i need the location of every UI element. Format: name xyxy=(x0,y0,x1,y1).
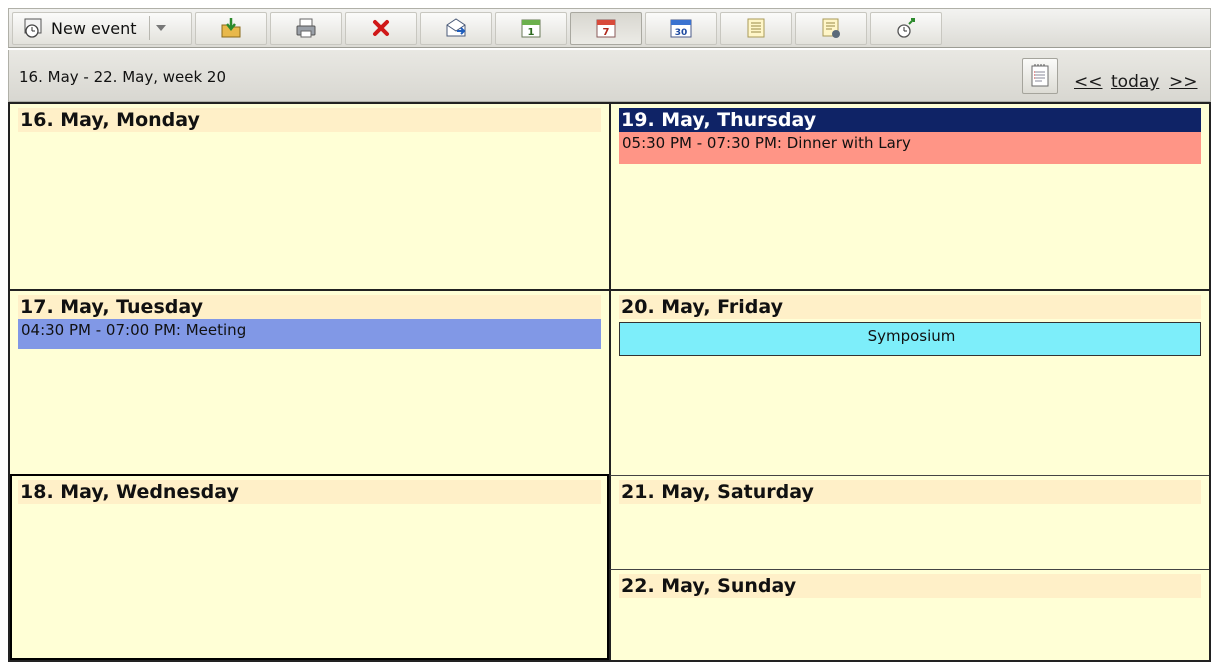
event-dinner[interactable]: 05:30 PM - 07:30 PM: Dinner with Lary xyxy=(619,132,1201,164)
week-grid: 16. May, Monday 17. May, Tuesday 04:30 P… xyxy=(8,102,1211,662)
svg-text:1: 1 xyxy=(528,27,535,38)
day-header-monday: 16. May, Monday xyxy=(18,108,601,132)
svg-text:30: 30 xyxy=(675,28,688,38)
day-header-thursday: 19. May, Thursday xyxy=(619,108,1201,132)
split-divider xyxy=(148,16,150,40)
list-view-button[interactable] xyxy=(1022,58,1058,94)
event-symposium[interactable]: Symposium xyxy=(619,322,1201,356)
day-cell-friday[interactable]: 20. May, Friday Symposium xyxy=(609,289,1209,475)
next-week-link[interactable]: >> xyxy=(1169,72,1198,92)
import-button[interactable] xyxy=(195,11,267,45)
day-cell-wednesday[interactable]: 18. May, Wednesday xyxy=(10,474,609,660)
day-cell-monday[interactable]: 16. May, Monday xyxy=(10,104,609,289)
print-button[interactable] xyxy=(270,11,342,45)
day-header-wednesday: 18. May, Wednesday xyxy=(18,480,601,504)
day-header-friday: 20. May, Friday xyxy=(619,295,1201,319)
date-range-label: 16. May - 22. May, week 20 xyxy=(19,68,227,86)
new-event-label: New event xyxy=(51,18,137,38)
toolbar: New event 1 7 30 xyxy=(8,8,1211,48)
week-view-icon: 7 xyxy=(596,19,616,38)
month-view-icon: 30 xyxy=(670,19,692,38)
chevron-down-icon[interactable] xyxy=(155,25,166,31)
email-button[interactable] xyxy=(420,11,492,45)
reminder-icon xyxy=(897,18,915,38)
calendar-app: New event 1 7 30 16. May - 22. May, week… xyxy=(0,0,1212,663)
day-cell-saturday[interactable]: 21. May, Saturday xyxy=(609,475,1209,569)
import-icon xyxy=(221,18,241,38)
svg-text:7: 7 xyxy=(603,27,610,38)
day-cell-sunday[interactable]: 22. May, Sunday xyxy=(609,569,1209,660)
day-header-saturday: 21. May, Saturday xyxy=(619,480,1201,504)
day-view-icon: 1 xyxy=(521,19,541,38)
day-header-tuesday: 17. May, Tuesday xyxy=(18,295,601,319)
new-event-button[interactable]: New event xyxy=(12,11,192,45)
list-view-toolbar-button[interactable] xyxy=(720,11,792,45)
day-view-button[interactable]: 1 xyxy=(495,11,567,45)
week-view-button[interactable]: 7 xyxy=(570,11,642,45)
task-list-button[interactable] xyxy=(795,11,867,45)
list-icon xyxy=(747,18,765,38)
delete-icon xyxy=(373,20,389,36)
reminder-button[interactable] xyxy=(870,11,942,45)
day-header-sunday: 22. May, Sunday xyxy=(619,574,1201,598)
print-icon xyxy=(296,18,316,38)
today-link[interactable]: today xyxy=(1111,72,1159,92)
email-icon xyxy=(446,18,466,37)
clock-icon xyxy=(24,18,42,38)
previous-week-link[interactable]: << xyxy=(1074,72,1103,92)
task-list-icon xyxy=(822,18,840,38)
month-view-button[interactable]: 30 xyxy=(645,11,717,45)
delete-button[interactable] xyxy=(345,11,417,45)
day-cell-thursday[interactable]: 19. May, Thursday 05:30 PM - 07:30 PM: D… xyxy=(609,104,1209,289)
event-meeting[interactable]: 04:30 PM - 07:00 PM: Meeting xyxy=(18,319,601,349)
notepad-icon xyxy=(1031,64,1049,87)
day-cell-tuesday[interactable]: 17. May, Tuesday 04:30 PM - 07:00 PM: Me… xyxy=(10,289,609,474)
date-range-bar: 16. May - 22. May, week 20 << today >> xyxy=(8,50,1211,102)
